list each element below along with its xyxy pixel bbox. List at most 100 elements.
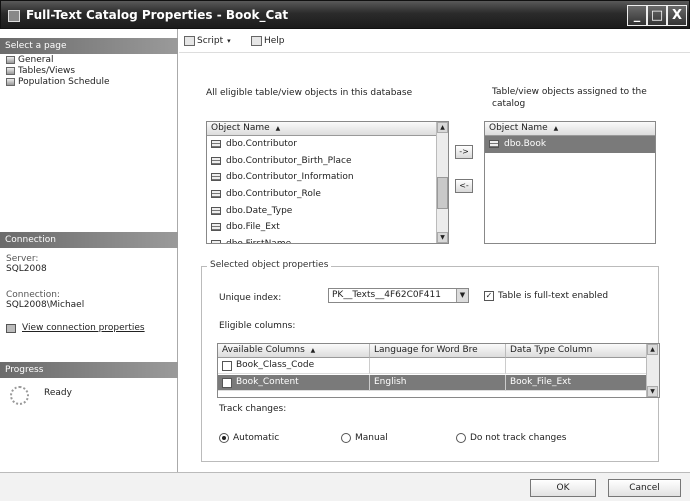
eligible-scrollbar[interactable]: ▲ ▼ xyxy=(436,122,448,243)
connection-label: Connection: xyxy=(6,290,60,300)
progress-status: Ready xyxy=(44,388,72,398)
radio-icon[interactable] xyxy=(456,433,466,443)
track-none-radio[interactable]: Do not track changes xyxy=(456,433,566,443)
nav-item-label: Tables/Views xyxy=(18,65,76,76)
script-button[interactable]: Script ▾ xyxy=(184,36,231,46)
column-row-name-cell[interactable]: ✓ Book_Content xyxy=(218,375,370,391)
radio-label: Manual xyxy=(355,433,388,443)
table-icon xyxy=(211,140,221,149)
track-changes-label: Track changes: xyxy=(219,404,287,414)
eligible-columns-grid[interactable]: Available Columns ▲ Language for Word Br… xyxy=(217,343,660,398)
page-icon xyxy=(6,66,15,75)
radio-icon[interactable] xyxy=(341,433,351,443)
assigned-heading: Table/view objects assigned to the catal… xyxy=(492,87,647,109)
checkbox-icon[interactable] xyxy=(222,360,232,371)
remove-object-button[interactable]: <- xyxy=(455,179,473,193)
nav-item-tables-views[interactable]: Tables/Views xyxy=(6,65,75,76)
nav-item-label: General xyxy=(18,54,54,65)
ok-button[interactable]: OK xyxy=(530,479,596,497)
assigned-object-name-column-header[interactable]: Object Name ▲ xyxy=(485,122,655,136)
page-icon xyxy=(6,77,15,86)
object-name: dbo.Contributor_Role xyxy=(226,189,321,200)
sort-asc-icon: ▲ xyxy=(310,347,316,354)
help-label: Help xyxy=(264,36,285,46)
available-columns-header[interactable]: Available Columns ▲ xyxy=(218,344,370,358)
checkbox-icon[interactable]: ✓ xyxy=(484,291,494,301)
object-name: dbo.Book xyxy=(504,139,547,150)
language-cell[interactable] xyxy=(370,358,506,374)
minimize-button[interactable]: _ xyxy=(627,5,647,26)
eligible-object-row[interactable]: dbo.File_Ext xyxy=(207,219,448,236)
table-icon xyxy=(211,239,221,243)
help-icon xyxy=(251,36,262,46)
eligible-object-row[interactable]: dbo.Contributor xyxy=(207,136,448,153)
toolbar: Script ▾ Help xyxy=(179,29,690,53)
table-icon xyxy=(211,156,221,165)
assigned-rows: dbo.Book xyxy=(485,136,655,153)
eligible-object-row[interactable]: dbo.Date_Type xyxy=(207,202,448,219)
language-cell[interactable]: English xyxy=(370,375,506,391)
object-name: dbo.FirstName xyxy=(226,238,292,244)
language-header[interactable]: Language for Word Bre xyxy=(370,344,506,358)
window-title: Full-Text Catalog Properties - Book_Cat xyxy=(26,8,289,22)
view-connection-link[interactable]: View connection properties xyxy=(22,323,145,333)
server-label: Server: xyxy=(6,254,39,264)
fulltext-enabled-label: Table is full-text enabled xyxy=(498,291,609,301)
assigned-object-row[interactable]: dbo.Book xyxy=(485,136,655,153)
checkbox-icon[interactable]: ✓ xyxy=(222,377,232,388)
app-icon xyxy=(8,10,20,22)
scroll-up-icon[interactable]: ▲ xyxy=(647,344,658,355)
data-type-column-header[interactable]: Data Type Column xyxy=(506,344,647,358)
eligible-object-row[interactable]: dbo.Contributor_Information xyxy=(207,169,448,186)
eligible-rows: dbo.Contributor dbo.Contributor_Birth_Pla… xyxy=(207,136,448,244)
cancel-button[interactable]: Cancel xyxy=(608,479,681,497)
scroll-down-icon[interactable]: ▼ xyxy=(647,386,658,397)
nav-item-label: Population Schedule xyxy=(18,76,110,87)
header-label: Available Columns xyxy=(222,345,305,355)
progress-header: Progress xyxy=(0,362,178,378)
maximize-button[interactable]: □ xyxy=(647,5,667,26)
object-name: dbo.File_Ext xyxy=(226,222,280,233)
server-value: SQL2008 xyxy=(6,264,47,274)
radio-icon[interactable] xyxy=(219,433,229,443)
table-icon xyxy=(211,190,221,199)
page-icon xyxy=(6,55,15,64)
help-button[interactable]: Help xyxy=(251,36,285,46)
object-name-column-header[interactable]: Object Name ▲ xyxy=(207,122,448,136)
column-name: Book_Class_Code xyxy=(236,360,315,370)
radio-label: Do not track changes xyxy=(470,433,567,443)
eligible-object-row[interactable]: dbo.Contributor_Role xyxy=(207,186,448,203)
sort-asc-icon: ▲ xyxy=(275,125,281,132)
eligible-columns-label: Eligible columns: xyxy=(219,321,296,331)
track-manual-radio[interactable]: Manual xyxy=(341,433,388,443)
unique-index-select[interactable]: PK__Texts__4F62C0F411 ▼ xyxy=(328,288,469,303)
unique-index-label: Unique index: xyxy=(219,293,282,303)
data-type-cell[interactable] xyxy=(506,358,647,374)
table-icon xyxy=(211,223,221,232)
nav-item-general[interactable]: General xyxy=(6,54,53,65)
scroll-thumb[interactable] xyxy=(437,177,448,209)
eligible-objects-list[interactable]: Object Name ▲ dbo.Contributor dbo.Contrib… xyxy=(206,121,449,244)
script-icon xyxy=(184,36,195,46)
column-header-label: Object Name xyxy=(489,123,548,133)
nav-item-population-schedule[interactable]: Population Schedule xyxy=(6,76,110,87)
view-connection-properties[interactable]: View connection properties xyxy=(6,323,145,333)
columns-scrollbar[interactable]: ▲ ▼ xyxy=(646,344,659,397)
left-pane: Select a page General Tables/Views Popul… xyxy=(0,29,178,472)
data-type-cell[interactable]: Book_File_Ext xyxy=(506,375,647,391)
object-name: dbo.Contributor_Birth_Place xyxy=(226,155,352,166)
assigned-objects-list[interactable]: Object Name ▲ dbo.Book xyxy=(484,121,656,244)
radio-label: Automatic xyxy=(233,433,280,443)
chevron-down-icon[interactable]: ▼ xyxy=(456,289,468,302)
add-object-button[interactable]: -> xyxy=(455,145,473,159)
main-pane: Script ▾ Help All eligible table/view ob… xyxy=(179,29,690,472)
track-automatic-radio[interactable]: Automatic xyxy=(219,433,279,443)
scroll-down-icon[interactable]: ▼ xyxy=(437,232,448,243)
close-button[interactable]: X xyxy=(667,5,687,26)
eligible-object-row[interactable]: dbo.FirstName xyxy=(207,236,448,244)
fulltext-enabled-checkbox[interactable]: ✓ Table is full-text enabled xyxy=(484,291,608,301)
eligible-object-row[interactable]: dbo.Contributor_Birth_Place xyxy=(207,153,448,170)
chevron-down-icon: ▾ xyxy=(227,37,231,45)
scroll-up-icon[interactable]: ▲ xyxy=(437,122,448,133)
column-row-name-cell[interactable]: Book_Class_Code xyxy=(218,358,370,374)
